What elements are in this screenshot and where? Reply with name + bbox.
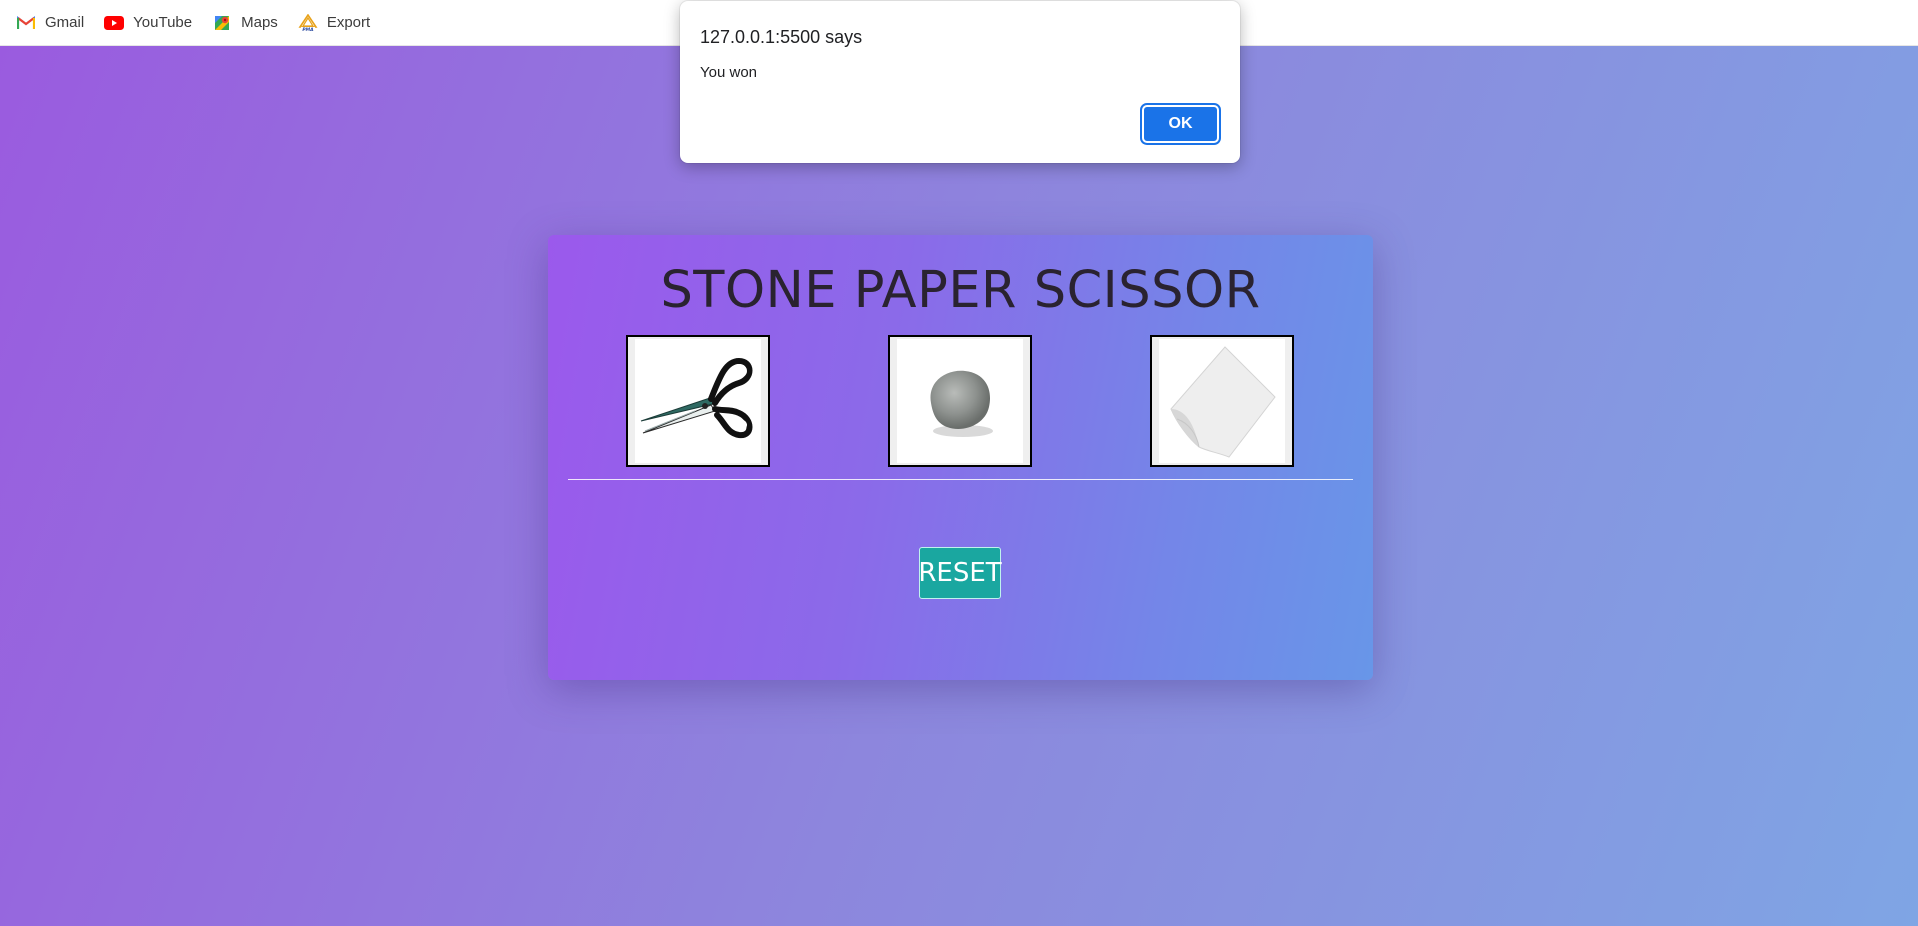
svg-text:PMA: PMA: [302, 27, 314, 32]
alert-message: You won: [700, 64, 757, 81]
maps-icon: [212, 15, 232, 31]
gmail-icon: [16, 15, 36, 31]
paper-image: [1159, 339, 1285, 463]
choice-scissor[interactable]: [626, 335, 770, 467]
choice-stone[interactable]: [888, 335, 1032, 467]
alert-dialog: 127.0.0.1:5500 says You won OK: [680, 1, 1240, 163]
alert-origin: 127.0.0.1:5500 says: [700, 27, 863, 47]
bookmark-youtube[interactable]: YouTube: [104, 14, 192, 31]
youtube-icon: [104, 15, 125, 31]
page-background: STONE PAPER SCISSOR RESET: [0, 46, 1918, 926]
stone-image: [897, 339, 1023, 463]
bookmark-export[interactable]: PMA Export: [298, 13, 371, 32]
bookmark-youtube-label: YouTube: [133, 14, 193, 31]
alert-ok-button[interactable]: OK: [1140, 103, 1221, 145]
choice-paper[interactable]: [1150, 335, 1294, 467]
reset-button[interactable]: RESET: [918, 547, 1002, 599]
bookmark-maps-label: Maps: [241, 14, 278, 31]
pma-icon: PMA: [298, 13, 318, 32]
bookmark-export-label: Export: [326, 14, 371, 31]
divider: [568, 479, 1353, 480]
bookmark-gmail[interactable]: Gmail: [16, 14, 84, 31]
game-title: STONE PAPER SCISSOR: [660, 261, 1261, 320]
bookmark-maps[interactable]: Maps: [212, 14, 278, 31]
game-card: STONE PAPER SCISSOR RESET: [548, 235, 1373, 680]
scissors-image: [635, 339, 761, 463]
bookmark-gmail-label: Gmail: [45, 14, 85, 31]
